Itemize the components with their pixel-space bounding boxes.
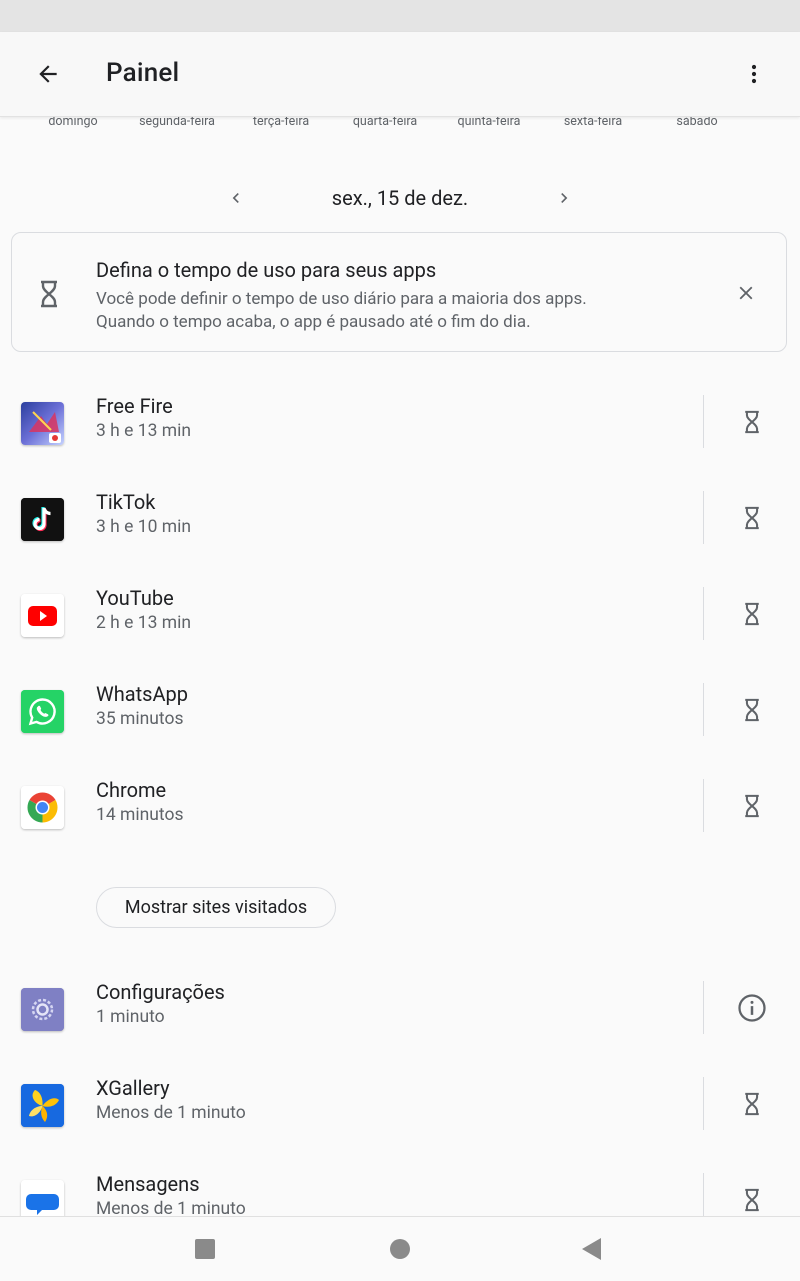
- system-back-button[interactable]: [582, 1238, 601, 1260]
- app-name: Configurações: [96, 980, 225, 1004]
- chevron-right-icon: [561, 193, 568, 203]
- hourglass-icon: [745, 794, 759, 818]
- close-icon: [739, 286, 753, 300]
- app-name: Chrome: [96, 778, 167, 802]
- card-title: Defina o tempo de uso para seus apps: [96, 258, 437, 282]
- hourglass-icon: [745, 602, 759, 626]
- app-bar: Painel: [0, 32, 800, 117]
- divider: [703, 981, 704, 1034]
- app-name: Mensagens: [96, 1172, 200, 1196]
- app-usage-time: 2 h e 13 min: [96, 613, 192, 633]
- app-name: XGallery: [96, 1076, 170, 1100]
- app-usage-time: Menos de 1 minuto: [96, 1103, 246, 1123]
- chrome-app-icon: [21, 786, 64, 829]
- free-fire-app-icon: [21, 402, 64, 445]
- app-info-button-configuracoes[interactable]: [728, 984, 776, 1032]
- app-row-free-fire[interactable]: Free Fire 3 h e 13 min: [0, 380, 800, 476]
- hourglass-icon: [41, 280, 57, 308]
- hourglass-icon: [745, 698, 759, 722]
- card-body: Você pode definir o tempo de uso diário …: [96, 289, 587, 332]
- status-bar: [0, 0, 800, 32]
- more-options-button[interactable]: [730, 50, 778, 98]
- app-row-whatsapp[interactable]: WhatsApp 35 minutos: [0, 668, 800, 764]
- app-row-tiktok[interactable]: TikTok 3 h e 10 min: [0, 476, 800, 572]
- app-name: YouTube: [96, 586, 174, 610]
- youtube-app-icon: [21, 594, 64, 637]
- dismiss-card-button[interactable]: [724, 271, 768, 315]
- app-usage-time: 35 minutos: [96, 709, 184, 729]
- info-icon: [738, 994, 766, 1022]
- app-row-configuracoes[interactable]: Configurações 1 minuto: [0, 966, 800, 1062]
- hourglass-icon: [745, 410, 759, 434]
- app-usage-time: 14 minutos: [96, 805, 184, 825]
- app-row-youtube[interactable]: YouTube 2 h e 13 min: [0, 572, 800, 668]
- tiktok-app-icon: [21, 498, 64, 541]
- hourglass-icon: [745, 1092, 759, 1116]
- xgallery-app-icon: [21, 1084, 64, 1127]
- app-row-xgallery[interactable]: XGallery Menos de 1 minuto: [0, 1062, 800, 1158]
- divider: [703, 491, 704, 544]
- page-title: Painel: [106, 58, 180, 88]
- app-row-chrome[interactable]: Chrome 14 minutos: [0, 764, 800, 860]
- whatsapp-app-icon: [21, 690, 64, 733]
- app-timer-button-free-fire[interactable]: [728, 398, 776, 446]
- app-name: WhatsApp: [96, 682, 189, 706]
- arrow-back-icon: [39, 65, 57, 83]
- selected-date: sex., 15 de dez.: [331, 186, 469, 210]
- hourglass-icon: [745, 1188, 759, 1212]
- app-name: Free Fire: [96, 394, 173, 418]
- recent-apps-button[interactable]: [195, 1239, 215, 1259]
- settings-app-icon: [21, 988, 64, 1031]
- divider: [703, 395, 704, 448]
- divider: [703, 587, 704, 640]
- app-timer-button-whatsapp[interactable]: [728, 686, 776, 734]
- app-timer-button-tiktok[interactable]: [728, 494, 776, 542]
- divider: [703, 1077, 704, 1130]
- hourglass-icon: [745, 506, 759, 530]
- system-navigation-bar: [0, 1216, 800, 1281]
- show-visited-sites-button[interactable]: Mostrar sites visitados: [96, 887, 336, 928]
- app-usage-time: 3 h e 10 min: [96, 517, 192, 537]
- next-day-button[interactable]: [542, 176, 586, 220]
- divider: [703, 683, 704, 736]
- more-vert-icon: [751, 64, 757, 84]
- home-button[interactable]: [390, 1239, 410, 1259]
- app-timer-button-chrome[interactable]: [728, 782, 776, 830]
- app-timer-button-youtube[interactable]: [728, 590, 776, 638]
- app-timer-suggestion-card[interactable]: Defina o tempo de uso para seus apps Voc…: [11, 232, 787, 352]
- divider: [703, 779, 704, 832]
- date-navigator: sex., 15 de dez.: [0, 176, 800, 220]
- app-usage-time: 3 h e 13 min: [96, 421, 192, 441]
- back-button[interactable]: [24, 50, 72, 98]
- app-usage-time: 1 minuto: [96, 1007, 165, 1027]
- app-timer-button-xgallery[interactable]: [728, 1080, 776, 1128]
- app-name: TikTok: [96, 490, 156, 514]
